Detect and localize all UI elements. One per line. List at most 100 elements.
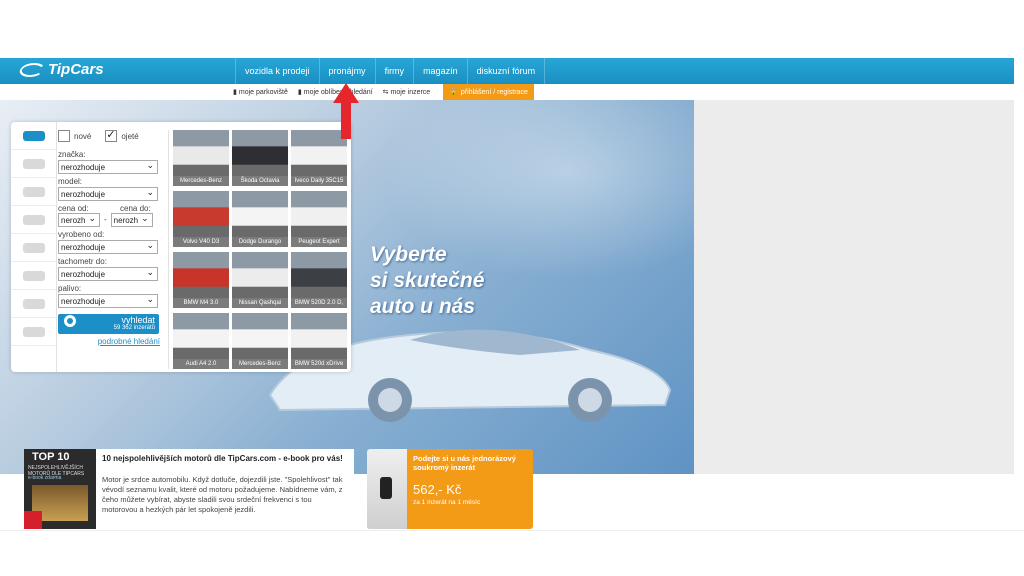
top-navigation: TipCars vozidla k prodeji pronájmy firmy… [0, 58, 1014, 84]
price-dash: - [104, 215, 107, 224]
advanced-search-link[interactable]: podrobné hledání [58, 337, 160, 346]
ebook-cover: TOP 10 NEJSPOLEHLIVĚJŠÍCH MOTORŮ DLE TIP… [24, 449, 96, 529]
car-photo [291, 191, 347, 237]
price-selects-row: nerozh - nerozh [58, 211, 160, 227]
my-ads-label: moje inzerce [390, 88, 431, 96]
hero-slogan: Vyberte si skutečné auto u nás [370, 242, 484, 320]
produced-label: vyrobeno od: [58, 230, 105, 239]
bookmark-icon: ▮ [297, 89, 302, 96]
car-tile[interactable]: Mercedes-Benz [173, 130, 229, 186]
car-photo [291, 313, 347, 359]
private-ad-offer[interactable]: Podejte si u nás jednorázový soukromý in… [367, 449, 533, 529]
hero-line-2: si skutečné [370, 269, 485, 292]
nav-magazine[interactable]: magazín [413, 58, 467, 84]
category-motorcycles[interactable] [11, 290, 56, 318]
car-photo [173, 313, 229, 359]
nav-rentals[interactable]: pronájmy [318, 58, 375, 84]
category-campers[interactable] [11, 234, 56, 262]
car-photo [232, 252, 288, 298]
my-parking-label: moje parkoviště [238, 88, 288, 96]
car-photo [291, 252, 347, 298]
machinery-icon [22, 326, 45, 337]
condition-row: nové ojeté [58, 128, 160, 142]
search-box: nové ojeté značka: nerozhoduje model: ne… [11, 122, 351, 372]
ebook-promo[interactable]: TOP 10 NEJSPOLEHLIVĚJŠÍCH MOTORŮ DLE TIP… [24, 449, 354, 529]
car-tile[interactable]: Audi A4 2.0 [173, 313, 229, 369]
offer-note: za 1 inzerát na 1 měsíc [413, 499, 481, 506]
truck-icon [22, 186, 45, 197]
car-tile[interactable]: BMW 520D 2.0 D, [291, 252, 347, 308]
hero-line-1: Vyberte [370, 243, 447, 266]
offer-title: Podejte si u nás jednorázový soukromý in… [413, 454, 516, 472]
fuel-select[interactable]: nerozhoduje [58, 292, 158, 308]
car-key-icon [380, 477, 392, 499]
ebook-cover-title: TOP 10 [32, 451, 70, 463]
car-tile[interactable]: BMW M4 3.0 [173, 252, 229, 308]
category-cars[interactable] [11, 122, 56, 150]
car-name: Audi A4 2.0 [173, 359, 229, 369]
model-label: model: [58, 177, 83, 186]
car-photo [232, 130, 288, 176]
car-name: Mercedes-Benz [232, 359, 288, 369]
price-from-select[interactable]: nerozh [58, 211, 100, 227]
car-name: Peugeot Expert [291, 237, 347, 247]
search-button[interactable]: vyhledat 59 362 inzerátů [58, 314, 159, 334]
featured-cars-grid: Mercedes-Benz Škoda Octavia Iveco Daily 35… [168, 130, 351, 369]
car-name: Dodge Durango [232, 237, 288, 247]
car-photo [173, 191, 229, 237]
search-result-count: 59 362 inzerátů [113, 325, 155, 331]
model-select[interactable]: nerozhoduje [58, 185, 158, 201]
ebook-cover-free: e-book zdarma [28, 475, 62, 481]
car-name: Nissan Qashqai [232, 298, 288, 308]
category-buses[interactable] [11, 206, 56, 234]
nav-forum[interactable]: diskuzní fórum [466, 58, 546, 84]
car-photo [173, 252, 229, 298]
car-photo [232, 191, 288, 237]
car-photo [232, 313, 288, 359]
car-tile[interactable]: Volvo V40 D3 [173, 191, 229, 247]
car-name: BMW 520D 2.0 D, [291, 298, 347, 308]
price-to-select[interactable]: nerozh [110, 211, 153, 227]
car-tile[interactable]: Nissan Qashqai [232, 252, 288, 308]
login-register-button[interactable]: 🔒 přihlášení / registrace [443, 84, 534, 100]
car-tile[interactable]: Škoda Octavia [232, 130, 288, 186]
van-icon [22, 158, 45, 169]
logo-swoosh-icon [17, 62, 47, 77]
car-tile[interactable]: Peugeot Expert [291, 191, 347, 247]
search-button-label: vyhledat [121, 315, 155, 325]
logo-text: TipCars [48, 61, 104, 78]
promo-body: Motor je srdce automobilu. Když dotluče,… [102, 475, 343, 514]
lock-icon: 🔒 [449, 89, 458, 96]
user-subnav: ▮ moje parkoviště ▮ moje oblíbená hledán… [228, 84, 534, 100]
promo-title[interactable]: 10 nejspolehlivějších motorů dle TipCars… [102, 454, 343, 463]
car-name: Volvo V40 D3 [173, 237, 229, 247]
used-checkbox[interactable] [105, 128, 118, 142]
category-trucks[interactable] [11, 178, 56, 206]
car-tile[interactable]: Mercedes-Benz [232, 313, 288, 369]
odometer-select[interactable]: nerozhoduje [58, 265, 158, 281]
motorcycle-icon [22, 298, 45, 309]
login-label: přihlášení / registrace [460, 88, 528, 96]
right-empty-panel [694, 100, 1014, 474]
car-photo [173, 130, 229, 176]
trailer-icon [22, 270, 45, 281]
category-machinery[interactable] [11, 318, 56, 346]
car-name: Iveco Daily 35C15 [291, 176, 347, 186]
car-icon: ⇆ [382, 89, 389, 96]
new-checkbox[interactable] [58, 130, 70, 142]
nav-companies[interactable]: firmy [374, 58, 414, 84]
car-tile[interactable]: Dodge Durango [232, 191, 288, 247]
tipcars-logo[interactable]: TipCars [17, 61, 104, 78]
camper-icon [22, 242, 45, 253]
category-vans[interactable] [11, 150, 56, 178]
search-icon [64, 315, 76, 327]
car-name: BMW 520d xDrive [291, 359, 347, 369]
category-trailers[interactable] [11, 262, 56, 290]
my-ads-link[interactable]: ⇆ moje inzerce [378, 88, 436, 97]
used-label: ojeté [121, 131, 139, 141]
brand-select[interactable]: nerozhoduje [58, 158, 158, 174]
my-parking-link[interactable]: ▮ moje parkoviště [228, 88, 293, 97]
car-tile[interactable]: BMW 520d xDrive [291, 313, 347, 369]
produced-select[interactable]: nerozhoduje [58, 238, 158, 254]
nav-vehicles-for-sale[interactable]: vozidla k prodeji [235, 58, 319, 84]
